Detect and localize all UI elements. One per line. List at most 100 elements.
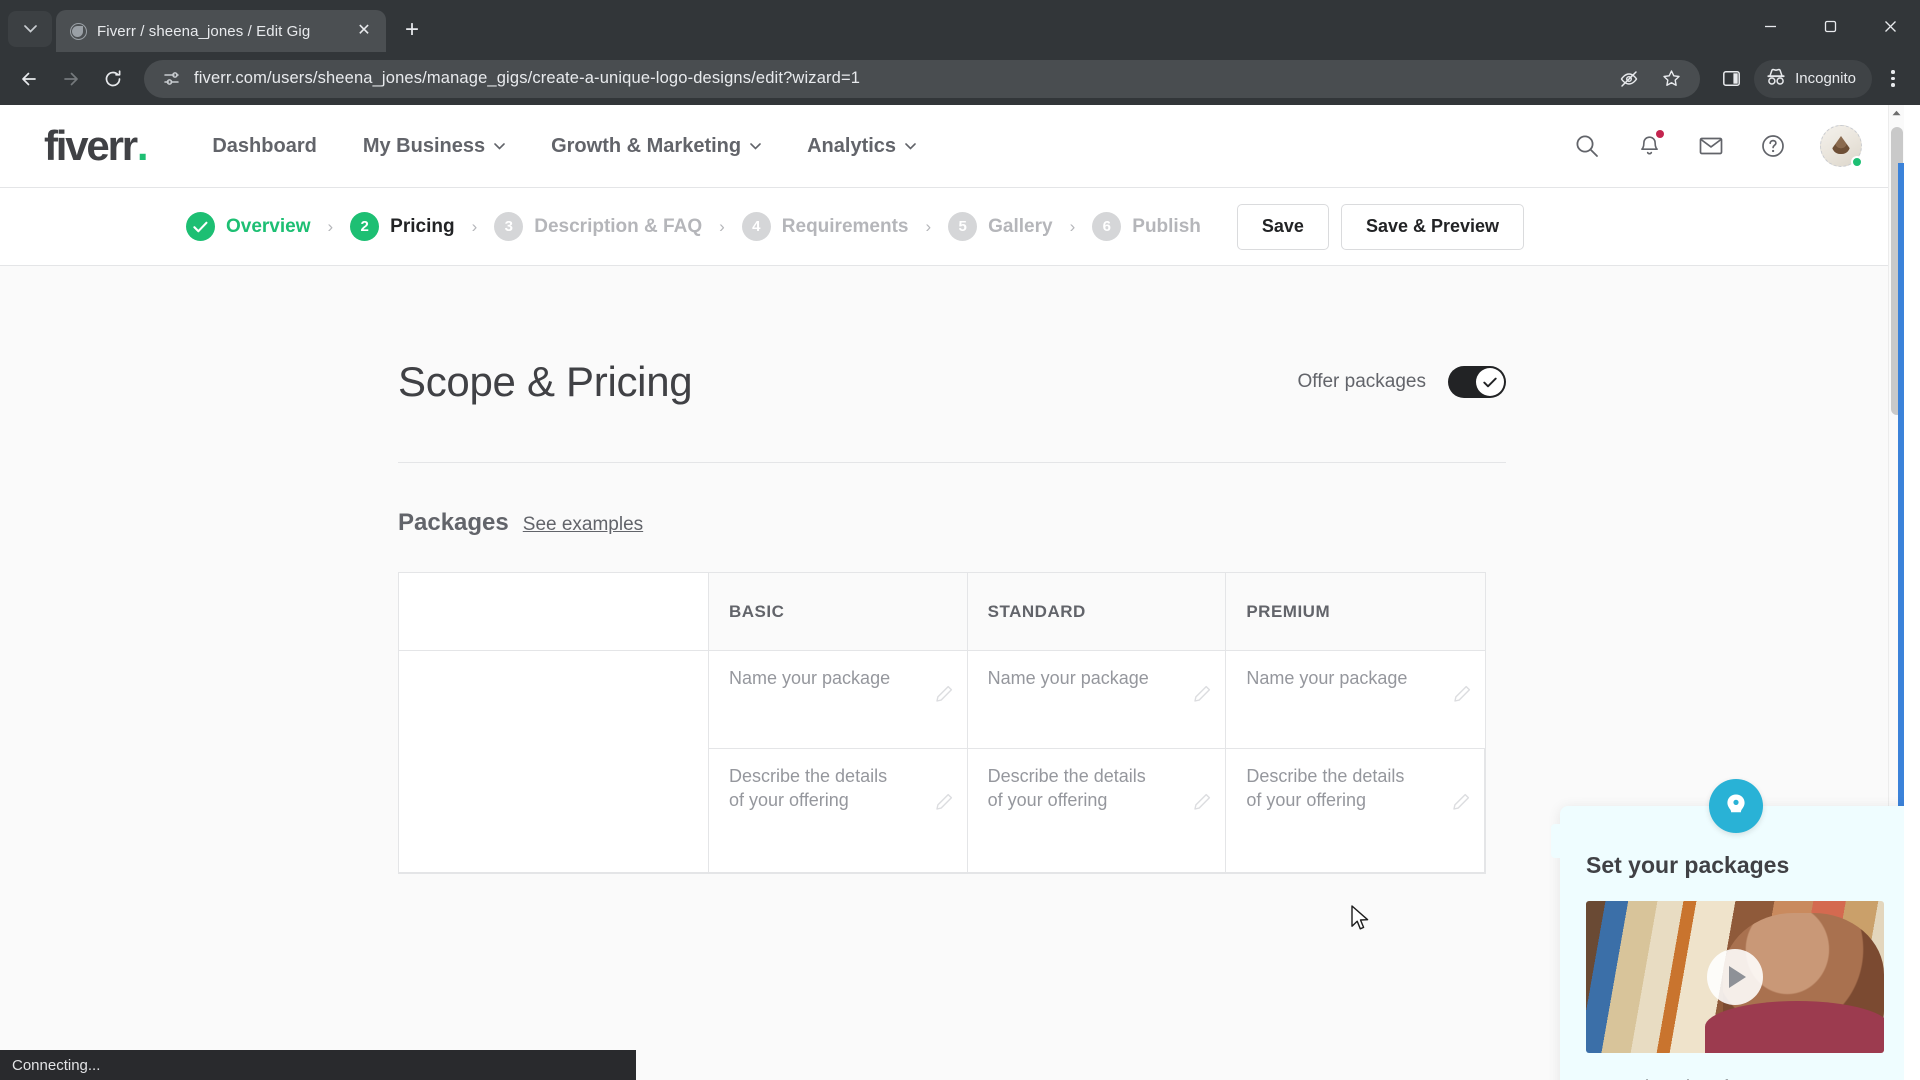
steps-list: Overview › 2 Pricing › 3 Description & F… [186, 212, 1201, 241]
step-label: Gallery [988, 215, 1053, 237]
step-pricing[interactable]: 2 Pricing [350, 212, 455, 241]
fiverr-page: fiverr. Dashboard My Business Growth & M… [0, 105, 1904, 1080]
back-icon[interactable] [10, 60, 48, 98]
nav-label: Dashboard [212, 134, 317, 157]
step-label: Overview [226, 215, 311, 237]
notifications-icon[interactable] [1634, 130, 1664, 161]
url-text: fiverr.com/users/sheena_jones/manage_gig… [194, 69, 861, 87]
list-item: Set the prices for your 3 packages. [1608, 1075, 1886, 1080]
save-button[interactable]: Save [1236, 203, 1329, 250]
tab-search-button[interactable] [8, 11, 52, 47]
step-description-faq[interactable]: 3 Description & FAQ [494, 212, 702, 241]
packages-label: Packages [398, 509, 509, 536]
browser-menu-icon[interactable] [1876, 60, 1910, 98]
see-examples-link[interactable]: See examples [523, 514, 643, 536]
maximize-icon[interactable] [1800, 0, 1860, 52]
step-badge: 6 [1092, 212, 1122, 241]
edit-pencil-icon[interactable] [935, 685, 953, 702]
bookmark-star-icon[interactable] [1656, 64, 1686, 94]
step-separator: › [925, 216, 932, 236]
step-requirements[interactable]: 4 Requirements [741, 212, 908, 241]
nav-item-analytics[interactable]: Analytics [807, 135, 916, 158]
close-icon[interactable]: ✕ [354, 21, 374, 41]
incognito-icon [1766, 68, 1786, 89]
table-header-blank [399, 573, 709, 651]
placeholder-text: Describe the details of your offering [1246, 766, 1405, 810]
tip-card: Set your packages Set the prices for you… [1551, 779, 1904, 1080]
page-title: Scope & Pricing [398, 358, 693, 405]
edit-pencil-icon[interactable] [1453, 793, 1470, 810]
edit-pencil-icon[interactable] [1194, 793, 1211, 810]
tab-title: Fiverr / sheena_jones / Edit Gig [97, 22, 311, 40]
column-label: BASIC [729, 601, 785, 621]
step-badge [186, 212, 215, 241]
toggle-knob [1476, 368, 1504, 396]
search-icon[interactable] [1572, 131, 1602, 161]
browser-window: Fiverr / sheena_jones / Edit Gig ✕ + fiv… [0, 0, 1920, 1080]
table-row-label-blank [399, 651, 709, 873]
logo-text: fiverr [44, 122, 138, 169]
step-gallery[interactable]: 5 Gallery [948, 212, 1053, 241]
step-separator: › [719, 216, 725, 236]
edit-pencil-icon[interactable] [935, 793, 953, 810]
eye-off-icon[interactable] [1614, 64, 1644, 94]
nav-label: Analytics [807, 134, 897, 157]
page-body: Scope & Pricing Offer packages Packages … [0, 266, 1904, 1080]
side-panel-icon[interactable] [1712, 60, 1750, 98]
placeholder-text: Name your package [987, 668, 1149, 688]
play-icon[interactable] [1707, 949, 1763, 1005]
step-separator: › [327, 216, 334, 236]
placeholder-text: Name your package [729, 668, 891, 688]
step-separator: › [1069, 216, 1076, 236]
incognito-label: Incognito [1795, 70, 1856, 87]
browser-titlebar: Fiverr / sheena_jones / Edit Gig ✕ + [0, 0, 1920, 52]
minimize-icon[interactable] [1740, 0, 1800, 52]
avatar[interactable] [1820, 125, 1863, 168]
step-overview[interactable]: Overview [186, 212, 311, 241]
offer-packages-label: Offer packages [1297, 371, 1426, 392]
save-and-preview-button[interactable]: Save & Preview [1340, 203, 1525, 250]
placeholder-text: Describe the details of your offering [729, 766, 888, 810]
new-tab-button[interactable]: + [394, 12, 430, 48]
offer-packages-row: Offer packages [1297, 366, 1506, 398]
reload-icon[interactable] [94, 60, 132, 98]
notification-badge [1656, 130, 1664, 138]
status-bar: Connecting... [0, 1050, 636, 1080]
packages-header: Packages See examples [398, 509, 1506, 537]
step-publish[interactable]: 6 Publish [1092, 212, 1201, 241]
scroll-up-icon[interactable] [1889, 105, 1904, 121]
address-bar[interactable]: fiverr.com/users/sheena_jones/manage_gig… [144, 59, 1701, 98]
package-name-basic[interactable]: Name your package [709, 651, 968, 749]
nav-item-my-business[interactable]: My Business [363, 135, 505, 158]
wizard-actions: Save Save & Preview [1236, 203, 1525, 250]
nav-item-growth-marketing[interactable]: Growth & Marketing [551, 135, 761, 158]
tip-video-thumbnail[interactable] [1586, 901, 1884, 1053]
tip-bullet-list: Set the prices for your 3 packages. Sele… [1586, 1075, 1886, 1080]
package-name-premium[interactable]: Name your package [1226, 651, 1485, 749]
section-divider [398, 462, 1506, 463]
offer-packages-toggle[interactable] [1448, 366, 1506, 398]
package-description-premium[interactable]: Describe the details of your offering [1226, 749, 1485, 873]
site-settings-icon[interactable] [160, 68, 182, 90]
placeholder-text: Describe the details of your offering [987, 766, 1146, 810]
window-controls [1740, 0, 1920, 52]
table-header-premium: PREMIUM [1226, 573, 1485, 651]
fiverr-logo[interactable]: fiverr. [44, 122, 149, 169]
site-header: fiverr. Dashboard My Business Growth & M… [0, 105, 1904, 188]
edit-pencil-icon[interactable] [1454, 685, 1471, 702]
column-label: STANDARD [987, 601, 1086, 621]
messages-icon[interactable] [1696, 131, 1726, 161]
lightbulb-icon [1709, 779, 1763, 833]
globe-icon [70, 22, 87, 40]
help-icon[interactable] [1758, 131, 1788, 161]
package-name-standard[interactable]: Name your package [967, 651, 1227, 749]
browser-tab[interactable]: Fiverr / sheena_jones / Edit Gig ✕ [56, 10, 386, 52]
close-window-icon[interactable] [1860, 0, 1920, 52]
package-description-basic[interactable]: Describe the details of your offering [709, 749, 968, 873]
header-actions [1572, 125, 1863, 168]
edit-pencil-icon[interactable] [1194, 685, 1211, 702]
incognito-badge[interactable]: Incognito [1754, 59, 1872, 98]
nav-item-dashboard[interactable]: Dashboard [212, 135, 316, 158]
package-description-standard[interactable]: Describe the details of your offering [967, 749, 1227, 873]
step-label: Publish [1132, 215, 1201, 237]
